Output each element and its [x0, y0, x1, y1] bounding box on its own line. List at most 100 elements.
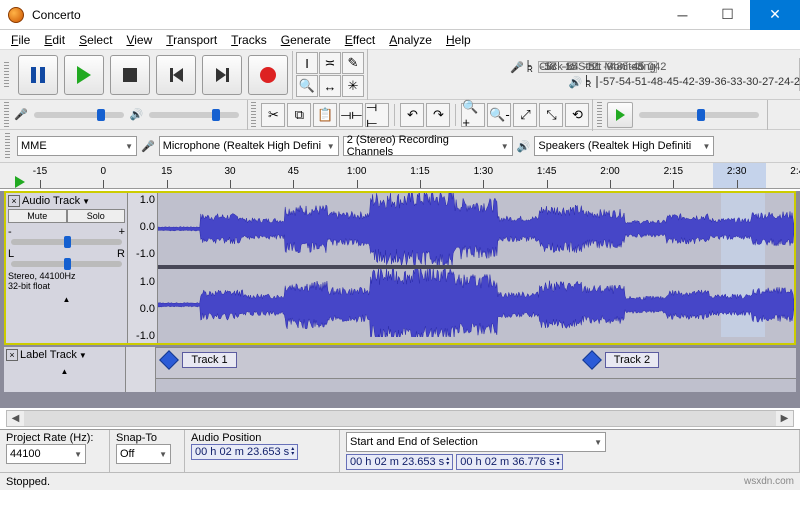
label-track-lane[interactable]: Track 1 Track 2: [156, 347, 796, 379]
transport-toolbar: [0, 51, 293, 99]
redo-icon[interactable]: ↷: [426, 103, 450, 127]
track-menu-icon[interactable]: ▼: [79, 351, 87, 360]
track-collapse-icon[interactable]: ▲: [6, 367, 123, 376]
vertical-scale: 1.00.0-1.01.00.0-1.0: [128, 193, 158, 343]
mic-icon: 🎤: [14, 108, 28, 121]
tools-toolbar: I ≍ ✎ 🔍 ↔ ✳: [293, 49, 368, 100]
undo-icon[interactable]: ↶: [400, 103, 424, 127]
copy-icon[interactable]: ⧉: [287, 103, 311, 127]
draw-tool-icon[interactable]: ✎: [342, 52, 364, 74]
trim-icon[interactable]: ⟞⟝: [339, 103, 363, 127]
label-track: × Label Track ▼ ▲ Track 1 Track 2: [4, 347, 796, 392]
mixer-toolbar: 🎤 🔊: [0, 100, 248, 130]
timeshift-tool-icon[interactable]: ↔: [319, 75, 341, 97]
menu-help[interactable]: Help: [439, 31, 478, 49]
status-text: Stopped.: [6, 476, 50, 488]
paste-icon[interactable]: 📋: [313, 103, 337, 127]
device-toolbar: MME▼ 🎤 Microphone (Realtek High Defini▼ …: [0, 130, 800, 163]
menu-generate[interactable]: Generate: [274, 31, 338, 49]
recording-channels-select[interactable]: 2 (Stereo) Recording Channels▼: [343, 136, 513, 156]
pause-button[interactable]: [18, 55, 58, 95]
snap-to-select[interactable]: Off▼: [116, 444, 171, 464]
fit-selection-icon[interactable]: ⤢: [513, 103, 537, 127]
menu-bar: File Edit Select View Transport Tracks G…: [0, 30, 800, 50]
audio-track: × Audio Track ▼ Mute Solo -+ LR Stereo, …: [4, 191, 796, 345]
speaker-icon: 🔊: [569, 76, 583, 89]
audio-position-field[interactable]: 00 h 02 m 23.653 s▴▾: [191, 444, 298, 460]
speaker-icon: 🔊: [130, 108, 144, 121]
pan-slider[interactable]: [11, 261, 122, 267]
track-close-button[interactable]: ×: [6, 349, 18, 361]
zoom-in-icon[interactable]: 🔍+: [461, 103, 485, 127]
scrub-play-icon[interactable]: [15, 176, 25, 188]
envelope-tool-icon[interactable]: ≍: [319, 52, 341, 74]
mic-icon: 🎤: [510, 61, 524, 74]
window-title: Concerto: [32, 8, 660, 22]
playback-speed-slider[interactable]: [639, 112, 759, 118]
timeline-ruler[interactable]: -1501530451:001:151:301:452:002:152:302:…: [0, 163, 800, 189]
track-control-panel[interactable]: × Audio Track ▼ Mute Solo -+ LR Stereo, …: [6, 193, 128, 343]
audio-position-label: Audio Position: [191, 432, 261, 444]
maximize-button[interactable]: ☐: [705, 0, 750, 30]
label-marker[interactable]: Track 1: [162, 352, 236, 368]
mic-icon: 🎤: [141, 140, 155, 153]
menu-tracks[interactable]: Tracks: [224, 31, 274, 49]
menu-file[interactable]: File: [4, 31, 37, 49]
track-format-label: Stereo, 44100Hz 32-bit float: [8, 271, 125, 291]
track-close-button[interactable]: ×: [8, 195, 20, 207]
skip-end-button[interactable]: [202, 55, 242, 95]
stop-button[interactable]: [110, 55, 150, 95]
speaker-icon: 🔊: [517, 140, 531, 153]
play-at-speed-toolbar: [593, 100, 768, 130]
record-button[interactable]: [248, 55, 288, 95]
menu-view[interactable]: View: [119, 31, 159, 49]
track-collapse-icon[interactable]: ▲: [8, 295, 125, 304]
playback-volume-slider[interactable]: [149, 112, 239, 118]
project-rate-select[interactable]: 44100▼: [6, 444, 86, 464]
silence-icon[interactable]: ⟞ ⟝: [365, 103, 389, 127]
playback-device-select[interactable]: Speakers (Realtek High Definiti▼: [534, 136, 714, 156]
project-rate-label: Project Rate (Hz):: [6, 432, 93, 444]
close-button[interactable]: ✕: [750, 0, 800, 30]
zoom-out-icon[interactable]: 🔍-: [487, 103, 511, 127]
gain-slider[interactable]: [11, 239, 122, 245]
minimize-button[interactable]: ─: [660, 0, 705, 30]
zoom-tool-icon[interactable]: 🔍: [296, 75, 318, 97]
recording-volume-slider[interactable]: [34, 112, 124, 118]
selection-tool-icon[interactable]: I: [296, 52, 318, 74]
track-title: Label Track: [20, 349, 77, 361]
cut-icon[interactable]: ✂: [261, 103, 285, 127]
menu-edit[interactable]: Edit: [37, 31, 72, 49]
status-bar: Stopped. wsxdn.com: [0, 472, 800, 490]
menu-effect[interactable]: Effect: [338, 31, 382, 49]
track-title: Audio Track: [22, 195, 80, 207]
zoom-toggle-icon[interactable]: ⟲: [565, 103, 589, 127]
multi-tool-icon[interactable]: ✳: [342, 75, 364, 97]
selection-end-field[interactable]: 00 h 02 m 36.776 s▴▾: [456, 454, 563, 470]
recording-device-select[interactable]: Microphone (Realtek High Defini▼: [159, 136, 339, 156]
solo-button[interactable]: Solo: [67, 209, 126, 223]
mute-button[interactable]: Mute: [8, 209, 67, 223]
menu-select[interactable]: Select: [72, 31, 119, 49]
waveform-right-channel[interactable]: [158, 265, 794, 337]
snap-to-label: Snap-To: [116, 432, 157, 444]
track-menu-icon[interactable]: ▼: [82, 197, 90, 206]
menu-transport[interactable]: Transport: [159, 31, 224, 49]
watermark-text: wsxdn.com: [744, 476, 794, 487]
menu-analyze[interactable]: Analyze: [382, 31, 439, 49]
fit-project-icon[interactable]: ⤡: [539, 103, 563, 127]
recording-meter[interactable]: -57-54-51-48-45-42 Click to Start Monito…: [538, 61, 657, 73]
toolbar-grip[interactable]: [4, 62, 9, 88]
play-at-speed-button[interactable]: [607, 102, 633, 128]
meters-toolbar: 🎤 LR -57-54-51-48-45-42 Click to Start M…: [368, 58, 800, 91]
play-button[interactable]: [64, 55, 104, 95]
audio-host-select[interactable]: MME▼: [17, 136, 137, 156]
label-marker[interactable]: Track 2: [585, 352, 659, 368]
horizontal-scrollbar[interactable]: ◀▶: [6, 410, 794, 427]
app-icon: [8, 7, 24, 23]
waveform-left-channel[interactable]: [158, 193, 794, 265]
selection-mode-select[interactable]: Start and End of Selection▼: [346, 432, 606, 452]
selection-start-field[interactable]: 00 h 02 m 23.653 s▴▾: [346, 454, 453, 470]
playback-meter[interactable]: -57-54-51-48-45-42-39-36-33-30-27-24-21-…: [596, 76, 598, 88]
skip-start-button[interactable]: [156, 55, 196, 95]
